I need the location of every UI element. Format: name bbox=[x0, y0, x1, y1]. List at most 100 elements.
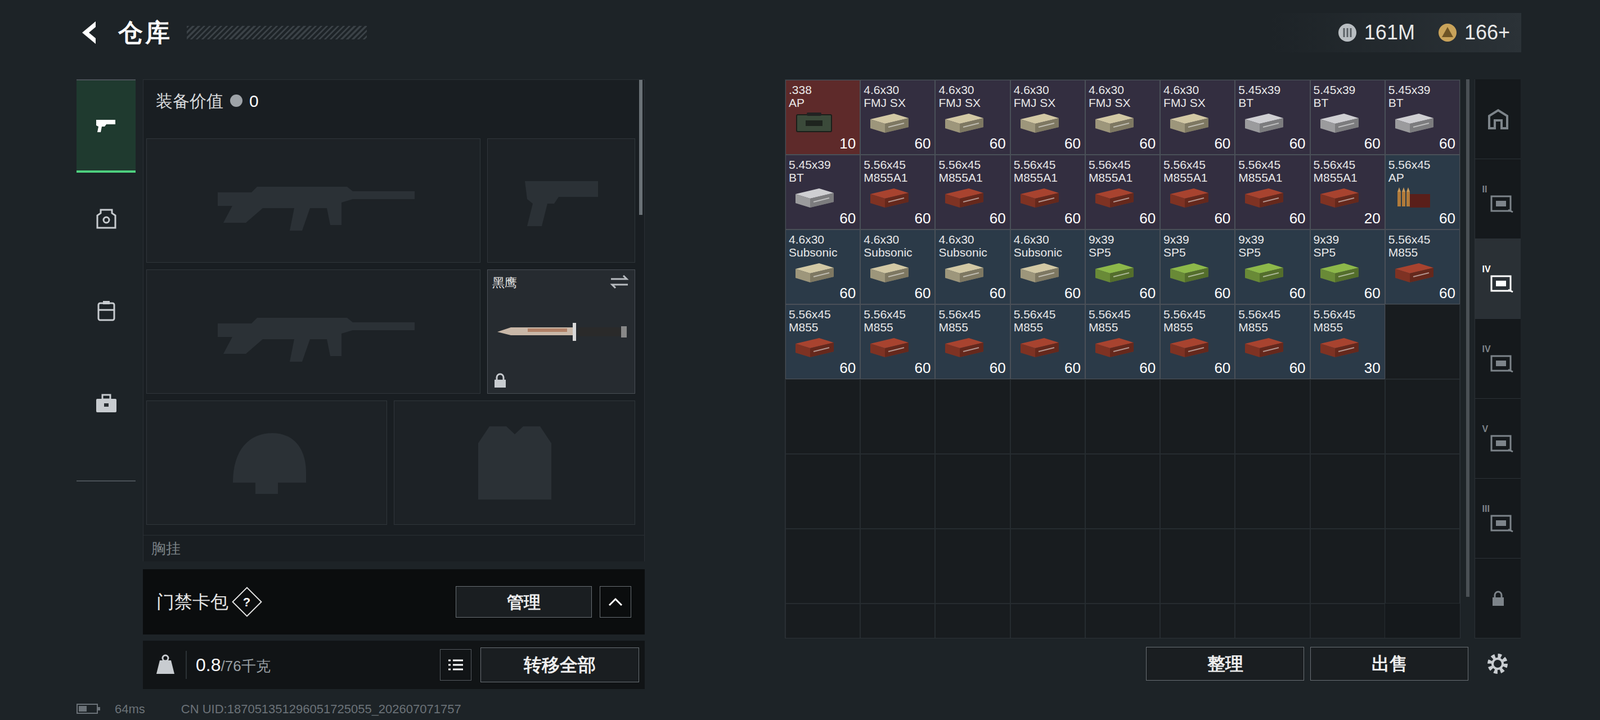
scrollbar[interactable] bbox=[1466, 79, 1470, 597]
stash-tab[interactable]: V bbox=[1475, 398, 1521, 479]
stash-item[interactable]: 5.56x45M85560 bbox=[1085, 304, 1161, 380]
transfer-all-button[interactable]: 转移全部 bbox=[480, 647, 640, 683]
empty-cell[interactable] bbox=[1160, 603, 1235, 639]
action-button[interactable]: 整理 bbox=[1145, 646, 1305, 681]
stash-item[interactable]: 5.56x45M855A120 bbox=[1310, 154, 1386, 230]
stash-item[interactable]: 5.56x45M855A160 bbox=[860, 154, 936, 230]
stash-item[interactable]: 4.6x30FMJ SX60 bbox=[1010, 79, 1086, 155]
stash-item[interactable]: 5.45x39BT60 bbox=[1234, 79, 1310, 155]
stash-tab[interactable] bbox=[1475, 79, 1521, 160]
stash-item[interactable]: 5.45x39BT60 bbox=[1310, 79, 1386, 155]
stash-item[interactable]: 5.56x45AP60 bbox=[1385, 154, 1460, 230]
stash-item[interactable]: .338AP10 bbox=[785, 79, 861, 155]
stash-tab[interactable] bbox=[1475, 558, 1521, 639]
scrollbar[interactable] bbox=[639, 79, 643, 215]
stash-item[interactable]: 5.56x45M855A160 bbox=[1085, 154, 1161, 230]
empty-cell[interactable] bbox=[1085, 528, 1161, 604]
empty-cell[interactable] bbox=[860, 454, 936, 529]
swap-icon[interactable] bbox=[609, 274, 629, 290]
empty-cell[interactable] bbox=[785, 454, 861, 529]
empty-cell[interactable] bbox=[1234, 528, 1310, 604]
stash-item[interactable]: 5.56x45M85560 bbox=[1160, 304, 1235, 380]
stash-item[interactable]: 4.6x30FMJ SX60 bbox=[1085, 79, 1161, 155]
empty-cell[interactable] bbox=[1310, 454, 1386, 529]
empty-cell[interactable] bbox=[935, 603, 1010, 639]
empty-cell[interactable] bbox=[1010, 454, 1086, 529]
empty-cell[interactable] bbox=[1234, 454, 1310, 529]
empty-cell[interactable] bbox=[1385, 304, 1460, 380]
stash-item[interactable]: 5.45x39BT60 bbox=[1385, 79, 1460, 155]
gear-icon[interactable] bbox=[1484, 650, 1512, 678]
empty-cell[interactable] bbox=[860, 603, 936, 639]
knife-slot[interactable]: 黑鹰 bbox=[487, 269, 636, 394]
empty-cell[interactable] bbox=[1234, 379, 1310, 455]
empty-cell[interactable] bbox=[785, 379, 861, 455]
manage-button[interactable]: 管理 bbox=[455, 586, 592, 618]
stash-item[interactable]: 9x39SP560 bbox=[1234, 229, 1310, 305]
empty-cell[interactable] bbox=[1385, 454, 1460, 529]
empty-cell[interactable] bbox=[1010, 528, 1086, 604]
armor-slot[interactable] bbox=[393, 400, 636, 525]
empty-cell[interactable] bbox=[1310, 603, 1386, 639]
empty-cell[interactable] bbox=[935, 454, 1010, 529]
empty-cell[interactable] bbox=[1160, 528, 1235, 604]
stash-item[interactable]: 5.56x45M85560 bbox=[1385, 229, 1460, 305]
stash-item[interactable]: 4.6x30FMJ SX60 bbox=[1160, 79, 1235, 155]
empty-cell[interactable] bbox=[1085, 603, 1161, 639]
empty-cell[interactable] bbox=[935, 528, 1010, 604]
stash-item[interactable]: 5.56x45M85530 bbox=[1310, 304, 1386, 380]
empty-cell[interactable] bbox=[1010, 379, 1086, 455]
stash-item[interactable]: 4.6x30Subsonic60 bbox=[935, 229, 1010, 305]
list-view-button[interactable] bbox=[439, 649, 472, 681]
stash-item[interactable]: 5.45x39BT60 bbox=[785, 154, 861, 230]
stash-item[interactable]: 9x39SP560 bbox=[1310, 229, 1386, 305]
stash-tab[interactable]: II bbox=[1475, 159, 1521, 240]
stash-item[interactable]: 5.56x45M85560 bbox=[1234, 304, 1310, 380]
stash-item[interactable]: 5.56x45M855A160 bbox=[1160, 154, 1235, 230]
empty-cell[interactable] bbox=[1085, 379, 1161, 455]
empty-cell[interactable] bbox=[1160, 454, 1235, 529]
empty-cell[interactable] bbox=[1385, 379, 1460, 455]
nav-tab[interactable] bbox=[76, 357, 136, 450]
stash-item[interactable]: 4.6x30Subsonic60 bbox=[860, 229, 936, 305]
help-badge[interactable]: ? bbox=[231, 586, 263, 618]
empty-cell[interactable] bbox=[935, 379, 1010, 455]
empty-cell[interactable] bbox=[1085, 454, 1161, 529]
empty-cell[interactable] bbox=[1010, 603, 1086, 639]
stash-item[interactable]: 4.6x30FMJ SX60 bbox=[935, 79, 1010, 155]
nav-tab[interactable] bbox=[76, 264, 136, 358]
empty-cell[interactable] bbox=[785, 603, 861, 639]
empty-cell[interactable] bbox=[1160, 379, 1235, 455]
nav-tab[interactable] bbox=[76, 172, 136, 265]
pistol-slot[interactable] bbox=[487, 138, 636, 263]
rifle-slot[interactable] bbox=[146, 269, 481, 394]
expand-button[interactable] bbox=[599, 586, 632, 618]
empty-cell[interactable] bbox=[1234, 603, 1310, 639]
helmet-slot[interactable] bbox=[146, 400, 388, 525]
empty-cell[interactable] bbox=[860, 379, 936, 455]
stash-tab[interactable]: III bbox=[1475, 478, 1521, 559]
action-button[interactable]: 出售 bbox=[1310, 646, 1469, 681]
stash-tab[interactable]: IV bbox=[1475, 239, 1521, 319]
rifle-slot[interactable] bbox=[146, 138, 481, 263]
stash-item[interactable]: 5.56x45M85560 bbox=[860, 304, 936, 380]
stash-item[interactable]: 5.56x45M85560 bbox=[1010, 304, 1086, 380]
empty-cell[interactable] bbox=[860, 528, 936, 604]
stash-tab[interactable]: IV bbox=[1475, 318, 1521, 399]
nav-tab[interactable] bbox=[76, 80, 136, 173]
stash-item[interactable]: 5.56x45M855A160 bbox=[1010, 154, 1086, 230]
stash-item[interactable]: 9x39SP560 bbox=[1160, 229, 1235, 305]
back-arrow-icon[interactable] bbox=[76, 19, 104, 47]
stash-item[interactable]: 5.56x45M855A160 bbox=[1234, 154, 1310, 230]
stash-item[interactable]: 5.56x45M855A160 bbox=[935, 154, 1010, 230]
empty-cell[interactable] bbox=[785, 528, 861, 604]
stash-item[interactable]: 4.6x30Subsonic60 bbox=[1010, 229, 1086, 305]
stash-item[interactable]: 5.56x45M85560 bbox=[935, 304, 1010, 380]
stash-item[interactable]: 4.6x30FMJ SX60 bbox=[860, 79, 936, 155]
empty-cell[interactable] bbox=[1385, 528, 1460, 604]
stash-item[interactable]: 9x39SP560 bbox=[1085, 229, 1161, 305]
empty-cell[interactable] bbox=[1310, 379, 1386, 455]
stash-item[interactable]: 5.56x45M85560 bbox=[785, 304, 861, 380]
empty-cell[interactable] bbox=[1310, 528, 1386, 604]
stash-item[interactable]: 4.6x30Subsonic60 bbox=[785, 229, 861, 305]
